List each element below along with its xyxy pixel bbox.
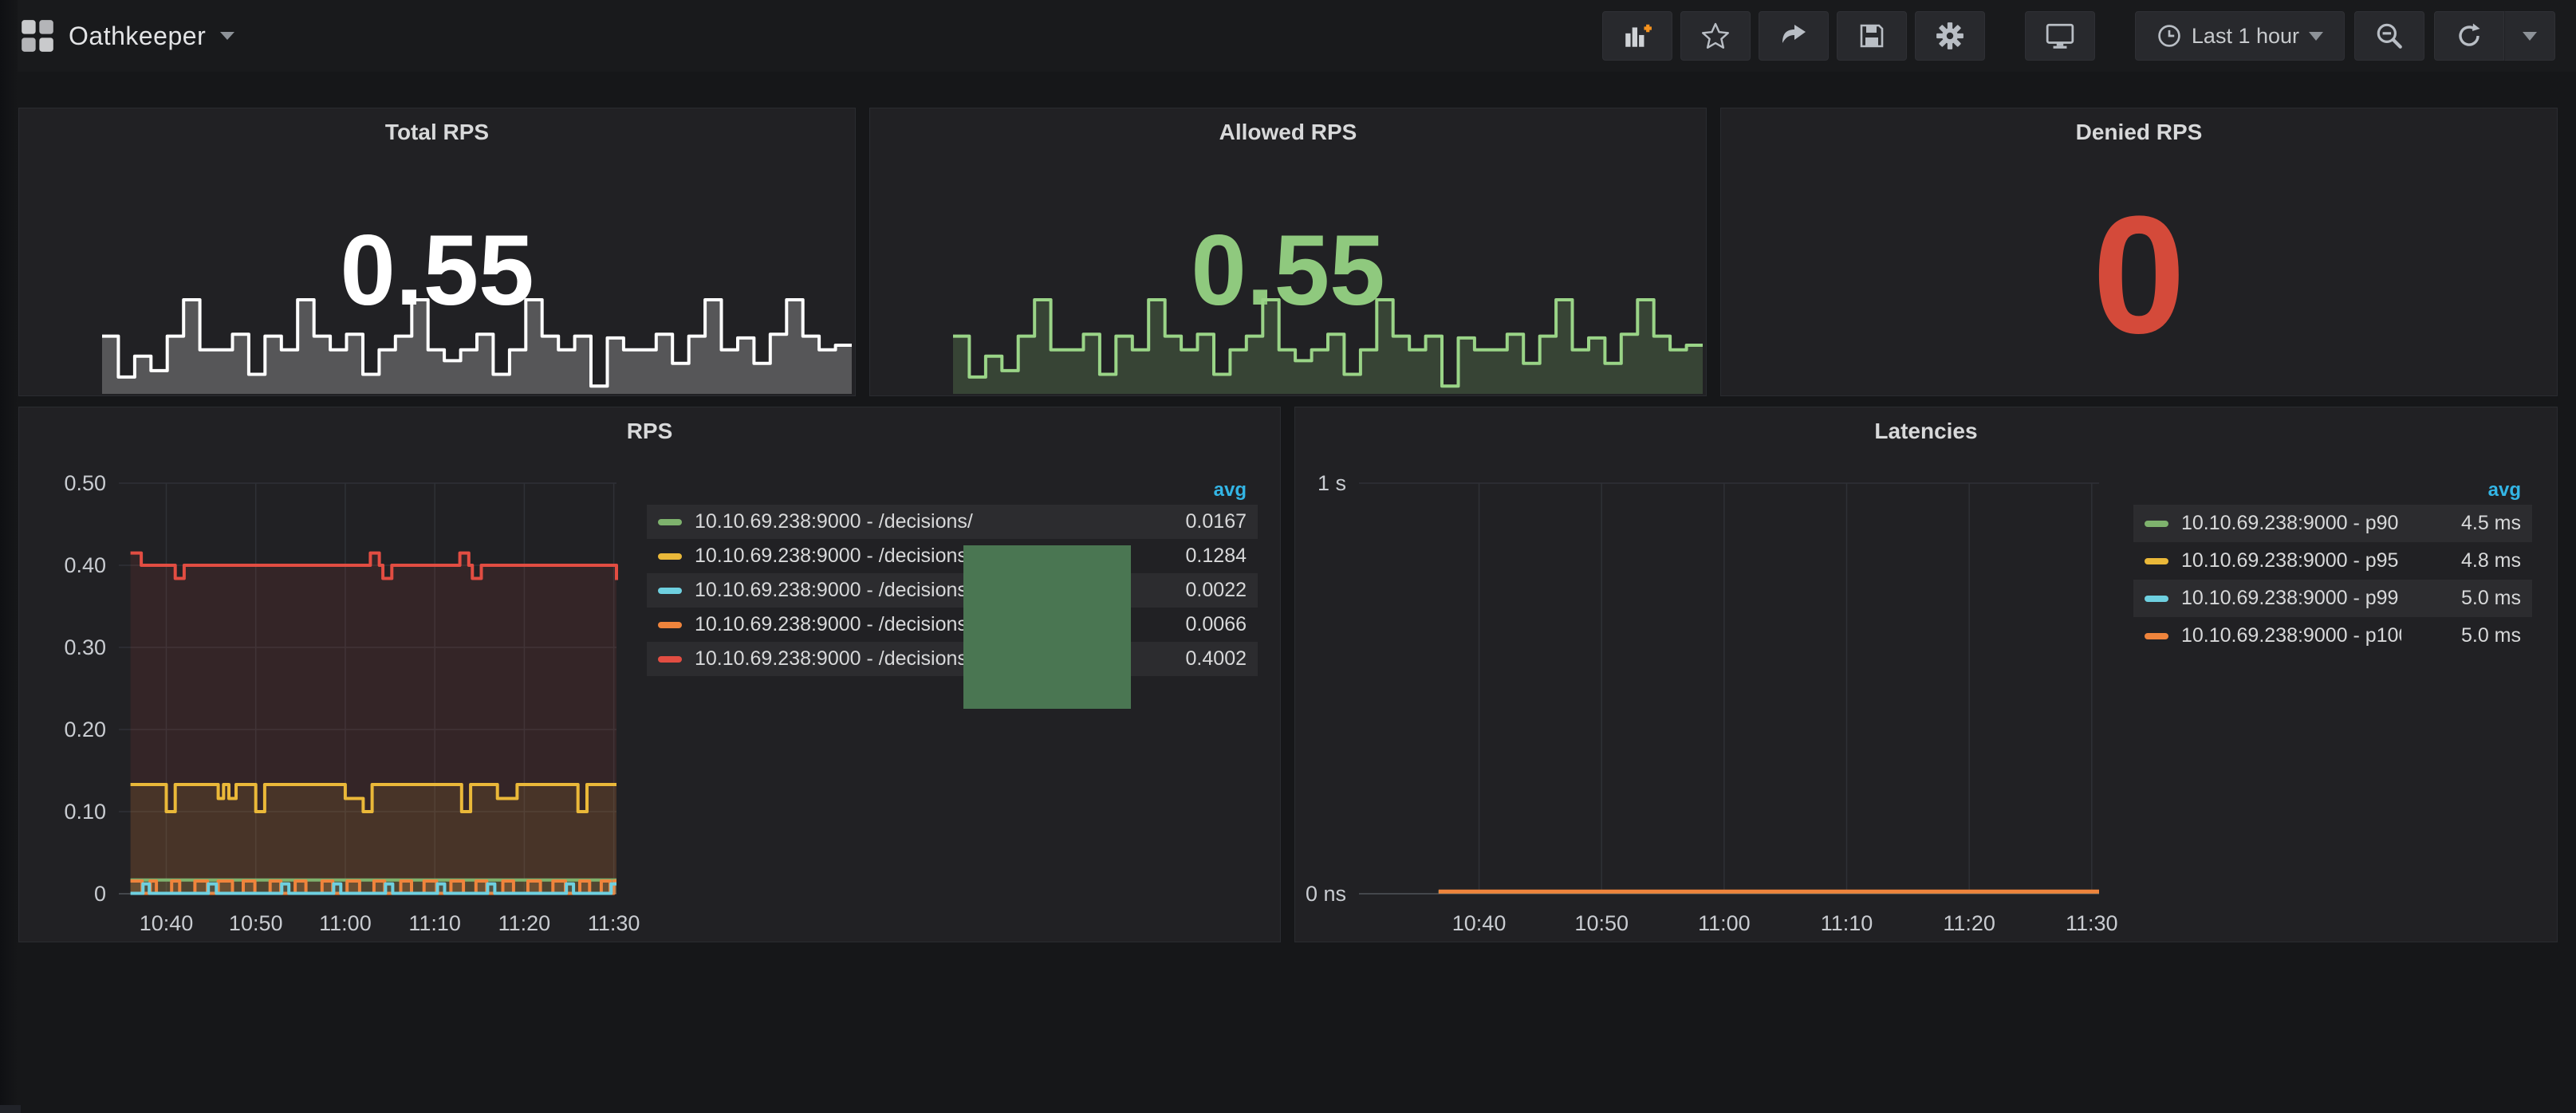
refresh-button[interactable] — [2434, 11, 2504, 61]
svg-text:11:10: 11:10 — [408, 911, 461, 935]
panel-latencies: Latencies 10:40 10:50 11:00 11:10 11:20 11:30… — [1294, 407, 2558, 942]
svg-text:11:30: 11:30 — [588, 911, 640, 935]
svg-text:0 ns: 0 ns — [1306, 882, 1346, 906]
zoom-out-button[interactable] — [2354, 11, 2424, 61]
series-color-swatch[interactable] — [2145, 633, 2168, 639]
refresh-interval-caret-icon — [2523, 32, 2537, 41]
star-button[interactable] — [1680, 11, 1751, 61]
legend-series-name[interactable]: 10.10.69.238:9000 - /decisions/ — [695, 510, 1127, 533]
legend-row[interactable]: 10.10.69.238:9000 - p95 4.8 ms — [2133, 542, 2532, 580]
add-panel-button[interactable] — [1602, 11, 1672, 61]
legend-series-name[interactable]: 10.10.69.238:9000 - p95 — [2181, 549, 2401, 572]
panel-title[interactable]: Total RPS — [19, 120, 855, 145]
dashboard-grid-icon[interactable] — [21, 19, 54, 53]
svg-text:10:40: 10:40 — [1452, 911, 1507, 935]
navbar: Oathkeeper — [0, 0, 2576, 72]
svg-text:1 s: 1 s — [1318, 471, 1346, 495]
denied-rps-value: 0 — [1721, 179, 2557, 372]
svg-text:0.40: 0.40 — [64, 553, 106, 577]
gear-icon — [1935, 21, 1965, 51]
dashboard-title-caret-icon[interactable] — [220, 32, 234, 40]
allowed-rps-sparkline — [953, 297, 1703, 394]
svg-text:11:20: 11:20 — [498, 911, 551, 935]
series-color-swatch[interactable] — [658, 553, 682, 560]
legend-row[interactable]: 10.10.69.238:9000 - /decisions/ 0.0022 — [647, 573, 1258, 608]
settings-button[interactable] — [1915, 11, 1985, 61]
series-color-swatch[interactable] — [658, 519, 682, 525]
time-range-caret-icon — [2309, 32, 2323, 41]
grafana-dashboard: Oathkeeper — [0, 0, 2576, 1113]
legend-series-name[interactable]: 10.10.69.238:9000 - p99 — [2181, 587, 2401, 610]
svg-text:0.10: 0.10 — [64, 800, 106, 824]
legend-row[interactable]: 10.10.69.238:9000 - /decisions/ 0.1284 — [647, 539, 1258, 573]
series-color-swatch[interactable] — [2145, 558, 2168, 564]
legend-row[interactable]: 10.10.69.238:9000 - /decisions/ 0.4002 — [647, 642, 1258, 676]
green-overlay-artifact — [963, 545, 1131, 709]
legend-series-name[interactable]: 10.10.69.238:9000 - p90 — [2181, 512, 2401, 535]
refresh-interval-button[interactable] — [2504, 11, 2555, 61]
panel-title[interactable]: Latencies — [1295, 419, 2557, 444]
legend-avg-value: 5.0 ms — [2401, 587, 2521, 610]
share-button[interactable] — [1759, 11, 1829, 61]
refresh-icon — [2455, 22, 2483, 50]
time-range-picker[interactable]: Last 1 hour — [2135, 11, 2345, 61]
svg-text:11:00: 11:00 — [1698, 911, 1751, 935]
series-color-swatch[interactable] — [2145, 596, 2168, 602]
legend-avg-value: 5.0 ms — [2401, 624, 2521, 647]
svg-text:0.30: 0.30 — [64, 635, 106, 659]
legend-avg-header[interactable]: avg — [647, 476, 1258, 505]
panel-allowed-rps: Allowed RPS 0.55 — [869, 108, 1707, 396]
cycle-view-button[interactable] — [2025, 11, 2095, 61]
legend-avg-value: 0.0167 — [1127, 510, 1247, 533]
total-rps-sparkline — [102, 297, 852, 394]
panel-title[interactable]: Allowed RPS — [870, 120, 1706, 145]
panel-denied-rps: Denied RPS 0 — [1720, 108, 2558, 396]
monitor-icon — [2045, 21, 2075, 51]
time-range-label: Last 1 hour — [2192, 24, 2299, 49]
series-color-swatch[interactable] — [658, 656, 682, 663]
svg-text:0.50: 0.50 — [64, 471, 106, 495]
svg-text:11:30: 11:30 — [2066, 911, 2118, 935]
save-icon — [1857, 22, 1886, 50]
legend-avg-value: 0.4002 — [1127, 647, 1247, 671]
star-icon — [1701, 22, 1730, 50]
legend-series-name[interactable]: 10.10.69.238:9000 - p100 — [2181, 624, 2401, 647]
dashboard-title[interactable]: Oathkeeper — [69, 22, 206, 51]
svg-text:10:50: 10:50 — [229, 911, 283, 935]
panel-total-rps: Total RPS 0.55 — [18, 108, 856, 396]
legend-avg-value: 0.1284 — [1127, 545, 1247, 568]
left-edge-shadow — [0, 0, 18, 1113]
bottom-left-chip — [0, 1105, 21, 1113]
zoom-out-icon — [2374, 21, 2405, 51]
legend-avg-value: 0.0022 — [1127, 579, 1247, 602]
latencies-legend: avg 10.10.69.238:9000 - p90 4.5 ms 10.10… — [2133, 476, 2532, 655]
clock-icon — [2157, 23, 2182, 49]
svg-text:0.20: 0.20 — [64, 718, 106, 741]
svg-text:10:40: 10:40 — [140, 911, 194, 935]
series-color-swatch[interactable] — [658, 622, 682, 628]
svg-text:10:50: 10:50 — [1574, 911, 1629, 935]
svg-text:11:00: 11:00 — [319, 911, 372, 935]
share-icon — [1779, 22, 1808, 50]
add-panel-icon — [1622, 21, 1652, 51]
legend-avg-value: 0.0066 — [1127, 613, 1247, 636]
legend-avg-value: 4.5 ms — [2401, 512, 2521, 535]
legend-avg-header[interactable]: avg — [2133, 476, 2532, 505]
series-color-swatch[interactable] — [658, 588, 682, 594]
legend-avg-value: 4.8 ms — [2401, 549, 2521, 572]
svg-text:11:20: 11:20 — [1943, 911, 1995, 935]
panel-title[interactable]: RPS — [19, 419, 1280, 444]
legend-row[interactable]: 10.10.69.238:9000 - p90 4.5 ms — [2133, 505, 2532, 542]
legend-row[interactable]: 10.10.69.238:9000 - p100 5.0 ms — [2133, 617, 2532, 655]
svg-text:0: 0 — [94, 882, 106, 906]
series-color-swatch[interactable] — [2145, 521, 2168, 527]
legend-row[interactable]: 10.10.69.238:9000 - /decisions/ 0.0167 — [647, 505, 1258, 539]
save-button[interactable] — [1837, 11, 1907, 61]
legend-row[interactable]: 10.10.69.238:9000 - /decisions/ 0.0066 — [647, 608, 1258, 642]
rps-legend: avg 10.10.69.238:9000 - /decisions/ 0.01… — [647, 476, 1258, 676]
svg-text:11:10: 11:10 — [1821, 911, 1873, 935]
panel-title[interactable]: Denied RPS — [1721, 120, 2557, 145]
legend-row[interactable]: 10.10.69.238:9000 - p99 5.0 ms — [2133, 580, 2532, 617]
